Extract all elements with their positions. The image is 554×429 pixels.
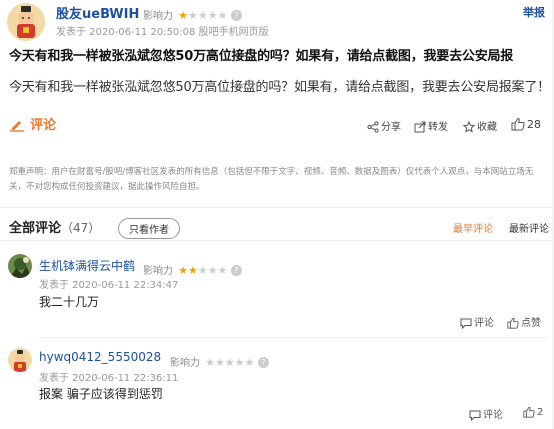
- report-link[interactable]: 举报: [523, 4, 545, 20]
- favorite-button[interactable]: 收藏: [462, 118, 497, 133]
- star-outline-icon: [462, 120, 476, 133]
- comments-header-divider: [0, 240, 554, 241]
- post-body: 今天有和我一样被张泓斌忽悠50万高位接盘的吗？如果有，请给点截图，我要去公安局报…: [9, 80, 550, 95]
- influence-label: 影响力: [170, 358, 200, 369]
- share-icon: [367, 121, 379, 133]
- influence-label: 影响力: [143, 11, 173, 22]
- comments-header: 全部评论（47）: [9, 217, 100, 236]
- write-comment-button[interactable]: 评论: [9, 114, 56, 133]
- comment-icon: [460, 318, 472, 330]
- favorite-label: 收藏: [477, 122, 497, 133]
- post-author-name[interactable]: 股友ueBWIH: [56, 3, 139, 22]
- comment-avatar[interactable]: [8, 254, 32, 278]
- influence-stars: ★★★★★: [178, 264, 228, 277]
- sort-earliest-tab[interactable]: 最早评论: [453, 220, 493, 235]
- thumbs-up-icon: [523, 406, 535, 418]
- influence-stars: ★★★★★: [205, 356, 255, 369]
- thumbs-up-icon: [511, 117, 525, 131]
- forward-label: 转发: [428, 122, 448, 133]
- like-button[interactable]: 28: [511, 117, 541, 131]
- comment-timestamp: 发表于 2020-06-11 22:34:47: [39, 280, 179, 291]
- comment-like-button[interactable]: 2: [523, 406, 543, 418]
- comment-influence: 影响力 ★★★★★ ?: [170, 351, 269, 370]
- comments-count: （47）: [61, 221, 101, 235]
- influence-help-icon[interactable]: ?: [257, 357, 269, 368]
- share-label: 分享: [381, 122, 401, 133]
- comment-reply-label: 评论: [474, 318, 494, 329]
- influence-help-icon[interactable]: ?: [230, 265, 242, 276]
- disclaimer: 郑重声明：用户在财富号/股吧/博客社区发表的所有信息（包括但不限于文字、视频、音…: [9, 167, 534, 192]
- post-timestamp: 发表于 2020-06-11 20:50:08 股吧手机网页版: [56, 27, 269, 38]
- comment-icon: [469, 410, 481, 422]
- comment-text: 报案 骗子应该得到惩罚: [39, 387, 163, 401]
- sort-latest-tab[interactable]: 最新评论: [509, 220, 549, 235]
- pencil-icon: [10, 121, 24, 132]
- influence-help-icon[interactable]: ?: [230, 10, 242, 21]
- comment-reply-label: 评论: [483, 410, 503, 421]
- comment-divider: [39, 337, 547, 338]
- comment-timestamp: 发表于 2020-06-11 22:36:11: [39, 373, 179, 384]
- comment-like-button[interactable]: 点赞: [507, 314, 541, 329]
- comment-reply-button[interactable]: 评论: [469, 406, 503, 422]
- post-influence: 影响力 ★★★★★ ?: [143, 4, 242, 23]
- comments-title: 全部评论: [9, 221, 62, 236]
- thumbs-up-icon: [507, 317, 519, 329]
- comment-author[interactable]: hywq0412_5550028: [39, 350, 161, 364]
- comment-reply-button[interactable]: 评论: [460, 314, 494, 330]
- comment-like-label: 点赞: [521, 318, 541, 329]
- comment-avatar[interactable]: [8, 348, 32, 372]
- post-author-avatar[interactable]: [7, 3, 45, 41]
- forward-button[interactable]: 转发: [414, 118, 448, 133]
- post-title: 今天有和我一样被张泓斌忽悠50万高位接盘的吗？如果有，请给点截图，我要去公安局报: [9, 49, 514, 64]
- only-author-toggle[interactable]: 只看作者: [118, 218, 180, 239]
- comment-author[interactable]: 生机钵满得云中鹤: [39, 257, 135, 274]
- comment-like-count: 2: [537, 407, 544, 418]
- like-count: 28: [527, 118, 541, 131]
- influence-stars: ★★★★★: [178, 9, 228, 22]
- forward-icon: [414, 121, 426, 133]
- comment-text: 我二十几万: [39, 295, 100, 309]
- section-divider: [0, 207, 554, 208]
- comment-label: 评论: [30, 118, 57, 133]
- share-button[interactable]: 分享: [367, 118, 401, 133]
